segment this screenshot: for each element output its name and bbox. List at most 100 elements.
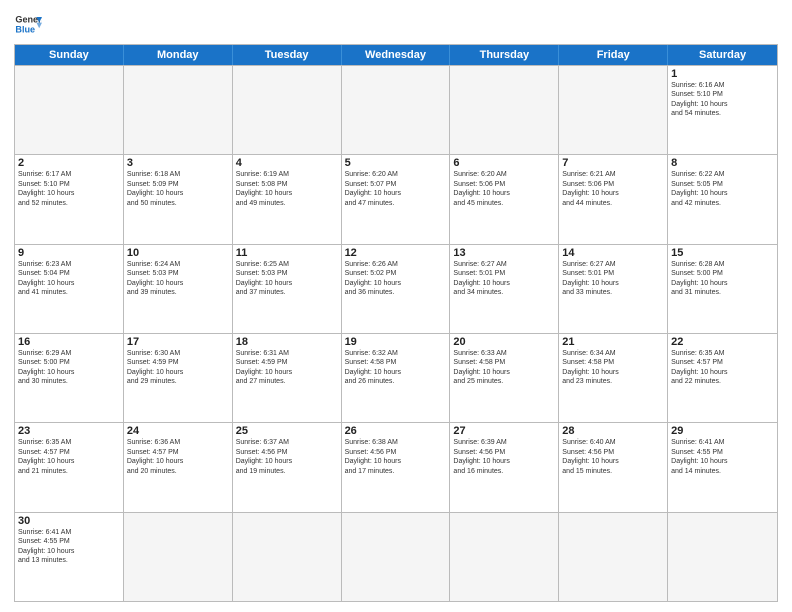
calendar-body: 1Sunrise: 6:16 AM Sunset: 5:10 PM Daylig… [15,65,777,601]
day-info: Sunrise: 6:29 AM Sunset: 5:00 PM Dayligh… [18,349,120,387]
calendar-cell: 15Sunrise: 6:28 AM Sunset: 5:00 PM Dayli… [668,245,777,333]
day-number: 16 [18,336,120,348]
day-number: 5 [345,157,447,169]
day-info: Sunrise: 6:27 AM Sunset: 5:01 PM Dayligh… [453,260,555,298]
day-info: Sunrise: 6:28 AM Sunset: 5:00 PM Dayligh… [671,260,774,298]
calendar-row-1: 2Sunrise: 6:17 AM Sunset: 5:10 PM Daylig… [15,154,777,243]
calendar-cell [559,66,668,154]
calendar-cell: 13Sunrise: 6:27 AM Sunset: 5:01 PM Dayli… [450,245,559,333]
calendar-row-3: 16Sunrise: 6:29 AM Sunset: 5:00 PM Dayli… [15,333,777,422]
day-number: 15 [671,247,774,259]
day-info: Sunrise: 6:25 AM Sunset: 5:03 PM Dayligh… [236,260,338,298]
day-info: Sunrise: 6:19 AM Sunset: 5:08 PM Dayligh… [236,170,338,208]
logo-icon: General Blue [14,10,42,38]
calendar-cell: 8Sunrise: 6:22 AM Sunset: 5:05 PM Daylig… [668,155,777,243]
day-number: 8 [671,157,774,169]
calendar-cell: 7Sunrise: 6:21 AM Sunset: 5:06 PM Daylig… [559,155,668,243]
day-info: Sunrise: 6:23 AM Sunset: 5:04 PM Dayligh… [18,260,120,298]
day-number: 22 [671,336,774,348]
day-info: Sunrise: 6:34 AM Sunset: 4:58 PM Dayligh… [562,349,664,387]
day-info: Sunrise: 6:38 AM Sunset: 4:56 PM Dayligh… [345,438,447,476]
calendar-cell [342,513,451,601]
header-day-monday: Monday [124,45,233,65]
calendar-header: SundayMondayTuesdayWednesdayThursdayFrid… [15,45,777,65]
calendar-cell: 4Sunrise: 6:19 AM Sunset: 5:08 PM Daylig… [233,155,342,243]
logo: General Blue [14,10,42,38]
calendar-cell: 29Sunrise: 6:41 AM Sunset: 4:55 PM Dayli… [668,423,777,511]
day-number: 28 [562,425,664,437]
calendar: SundayMondayTuesdayWednesdayThursdayFrid… [14,44,778,602]
day-info: Sunrise: 6:24 AM Sunset: 5:03 PM Dayligh… [127,260,229,298]
calendar-row-5: 30Sunrise: 6:41 AM Sunset: 4:55 PM Dayli… [15,512,777,601]
calendar-cell: 17Sunrise: 6:30 AM Sunset: 4:59 PM Dayli… [124,334,233,422]
calendar-cell [233,66,342,154]
calendar-cell: 3Sunrise: 6:18 AM Sunset: 5:09 PM Daylig… [124,155,233,243]
header-day-wednesday: Wednesday [342,45,451,65]
day-number: 17 [127,336,229,348]
day-info: Sunrise: 6:21 AM Sunset: 5:06 PM Dayligh… [562,170,664,208]
calendar-row-0: 1Sunrise: 6:16 AM Sunset: 5:10 PM Daylig… [15,65,777,154]
day-number: 2 [18,157,120,169]
header-day-sunday: Sunday [15,45,124,65]
calendar-cell: 11Sunrise: 6:25 AM Sunset: 5:03 PM Dayli… [233,245,342,333]
calendar-cell: 16Sunrise: 6:29 AM Sunset: 5:00 PM Dayli… [15,334,124,422]
calendar-cell: 30Sunrise: 6:41 AM Sunset: 4:55 PM Dayli… [15,513,124,601]
day-number: 27 [453,425,555,437]
day-number: 4 [236,157,338,169]
day-info: Sunrise: 6:20 AM Sunset: 5:06 PM Dayligh… [453,170,555,208]
calendar-cell: 19Sunrise: 6:32 AM Sunset: 4:58 PM Dayli… [342,334,451,422]
header-day-friday: Friday [559,45,668,65]
day-info: Sunrise: 6:16 AM Sunset: 5:10 PM Dayligh… [671,81,774,119]
calendar-cell: 25Sunrise: 6:37 AM Sunset: 4:56 PM Dayli… [233,423,342,511]
day-info: Sunrise: 6:39 AM Sunset: 4:56 PM Dayligh… [453,438,555,476]
calendar-cell: 23Sunrise: 6:35 AM Sunset: 4:57 PM Dayli… [15,423,124,511]
day-number: 9 [18,247,120,259]
calendar-row-2: 9Sunrise: 6:23 AM Sunset: 5:04 PM Daylig… [15,244,777,333]
day-number: 30 [18,515,120,527]
day-info: Sunrise: 6:20 AM Sunset: 5:07 PM Dayligh… [345,170,447,208]
day-info: Sunrise: 6:32 AM Sunset: 4:58 PM Dayligh… [345,349,447,387]
day-info: Sunrise: 6:26 AM Sunset: 5:02 PM Dayligh… [345,260,447,298]
calendar-cell: 27Sunrise: 6:39 AM Sunset: 4:56 PM Dayli… [450,423,559,511]
day-number: 20 [453,336,555,348]
svg-text:Blue: Blue [15,24,35,34]
day-number: 18 [236,336,338,348]
day-info: Sunrise: 6:27 AM Sunset: 5:01 PM Dayligh… [562,260,664,298]
header-day-tuesday: Tuesday [233,45,342,65]
calendar-cell: 22Sunrise: 6:35 AM Sunset: 4:57 PM Dayli… [668,334,777,422]
day-info: Sunrise: 6:36 AM Sunset: 4:57 PM Dayligh… [127,438,229,476]
calendar-cell: 26Sunrise: 6:38 AM Sunset: 4:56 PM Dayli… [342,423,451,511]
day-number: 23 [18,425,120,437]
day-number: 10 [127,247,229,259]
day-number: 6 [453,157,555,169]
day-number: 7 [562,157,664,169]
calendar-cell [450,66,559,154]
day-info: Sunrise: 6:33 AM Sunset: 4:58 PM Dayligh… [453,349,555,387]
day-info: Sunrise: 6:30 AM Sunset: 4:59 PM Dayligh… [127,349,229,387]
calendar-cell [15,66,124,154]
day-info: Sunrise: 6:35 AM Sunset: 4:57 PM Dayligh… [671,349,774,387]
calendar-cell [233,513,342,601]
header: General Blue [14,10,778,38]
page: General Blue SundayMondayTuesdayWednesda… [0,0,792,612]
calendar-cell: 28Sunrise: 6:40 AM Sunset: 4:56 PM Dayli… [559,423,668,511]
calendar-cell: 5Sunrise: 6:20 AM Sunset: 5:07 PM Daylig… [342,155,451,243]
calendar-cell [559,513,668,601]
day-info: Sunrise: 6:17 AM Sunset: 5:10 PM Dayligh… [18,170,120,208]
calendar-cell [124,66,233,154]
calendar-cell [124,513,233,601]
calendar-cell: 18Sunrise: 6:31 AM Sunset: 4:59 PM Dayli… [233,334,342,422]
day-number: 13 [453,247,555,259]
day-info: Sunrise: 6:35 AM Sunset: 4:57 PM Dayligh… [18,438,120,476]
calendar-cell: 1Sunrise: 6:16 AM Sunset: 5:10 PM Daylig… [668,66,777,154]
header-day-saturday: Saturday [668,45,777,65]
calendar-cell [668,513,777,601]
calendar-cell [450,513,559,601]
calendar-cell: 9Sunrise: 6:23 AM Sunset: 5:04 PM Daylig… [15,245,124,333]
calendar-row-4: 23Sunrise: 6:35 AM Sunset: 4:57 PM Dayli… [15,422,777,511]
day-number: 29 [671,425,774,437]
day-info: Sunrise: 6:37 AM Sunset: 4:56 PM Dayligh… [236,438,338,476]
calendar-cell: 14Sunrise: 6:27 AM Sunset: 5:01 PM Dayli… [559,245,668,333]
day-number: 25 [236,425,338,437]
day-number: 11 [236,247,338,259]
